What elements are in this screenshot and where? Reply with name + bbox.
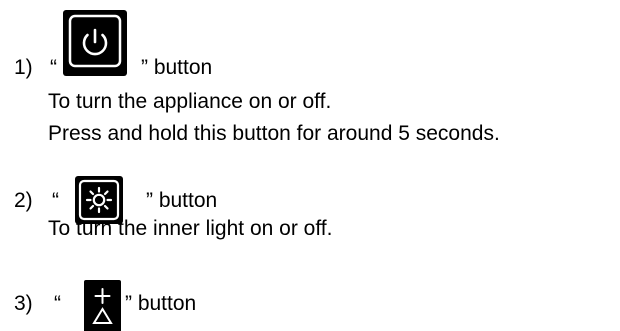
power-icon [63,10,127,76]
plus-light-icon [84,280,121,331]
open-quote: “ [52,189,59,212]
button-label: ” button [141,56,213,79]
item-number: 1) [14,56,33,79]
button-label: ” button [125,292,197,315]
open-quote: “ [50,56,57,79]
item-number: 3) [14,292,33,315]
description-line: To turn the inner light on or off. [48,217,333,240]
open-quote: “ [54,292,61,315]
item-number: 2) [14,189,33,212]
description-line: To turn the appliance on or off. [48,90,332,113]
button-label: ” button [146,189,218,212]
description-line: Press and hold this button for around 5 … [48,122,500,145]
